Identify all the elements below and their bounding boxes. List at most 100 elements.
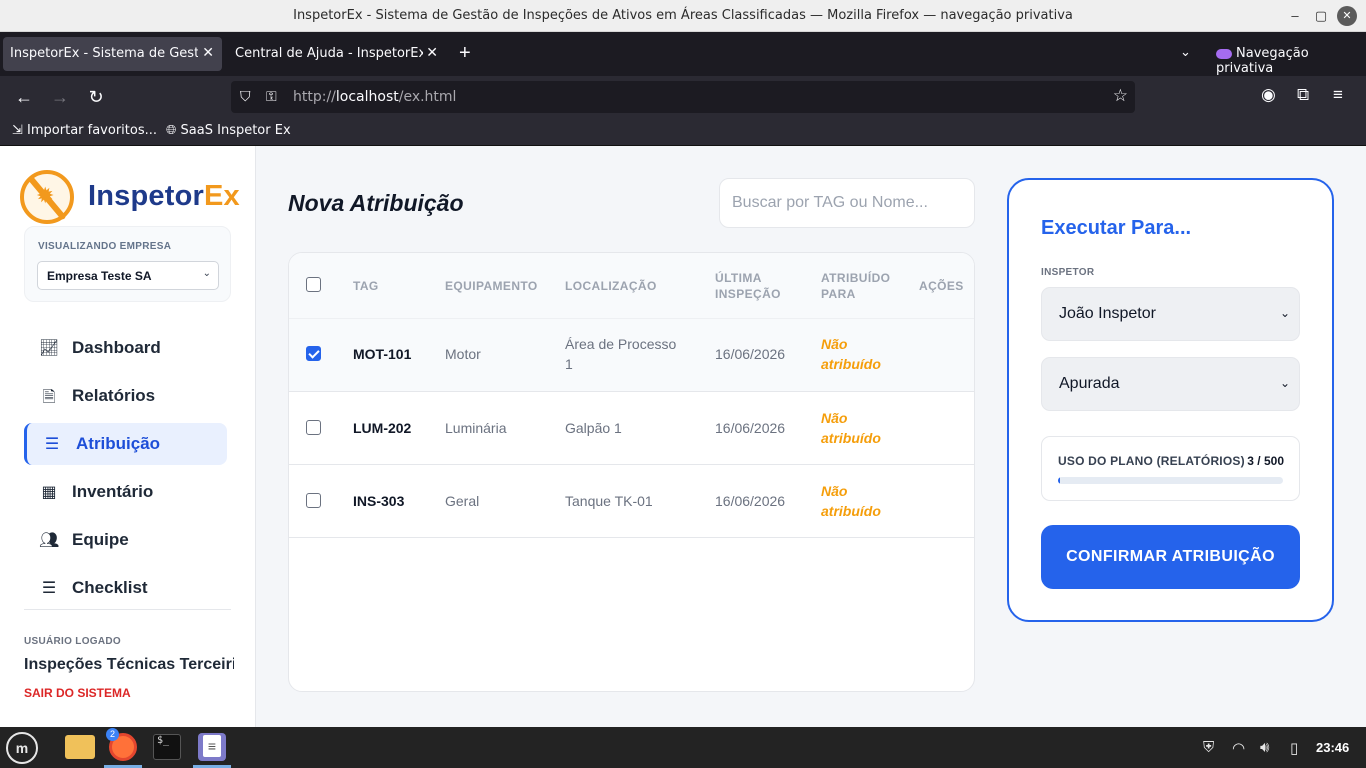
sidebar-item-inventario[interactable]: ▦ Inventário: [24, 471, 227, 513]
terminal-launcher[interactable]: $_: [149, 727, 187, 768]
assets-table: TAG EQUIPAMENTO LOCALIZAÇÃO ÚLTIMA INSPEÇ…: [288, 252, 975, 692]
page-content: InspetorEx VISUALIZANDO EMPRESA Empresa …: [0, 146, 1366, 727]
window-title: InspetorEx - Sistema de Gestão de Inspeç…: [293, 8, 1073, 23]
chevron-down-icon: ⌄: [202, 268, 211, 279]
file-manager-launcher[interactable]: [61, 727, 99, 768]
inspector-select[interactable]: João Inspetor ⌄: [1041, 287, 1300, 341]
row-checkbox[interactable]: [306, 346, 321, 361]
shield-icon[interactable]: ⛉: [240, 88, 251, 105]
sidebar-item-label: Inventário: [72, 482, 154, 501]
confirm-assignment-button[interactable]: CONFIRMAR ATRIBUIÇÃO: [1041, 525, 1300, 589]
sidebar-item-label: Atribuição: [76, 434, 161, 453]
select-all-checkbox[interactable]: [306, 277, 321, 292]
import-icon: ⇲: [12, 123, 23, 138]
plan-usage-count: 3 / 500: [1247, 454, 1284, 468]
maximize-button[interactable]: ▢: [1311, 6, 1331, 26]
search-input[interactable]: [719, 178, 975, 228]
clock[interactable]: 23:46: [1316, 740, 1349, 755]
sidebar-item-relatorios[interactable]: 🗎 Relatórios: [24, 375, 227, 417]
company-select-value: Empresa Teste SA: [47, 269, 152, 283]
table-row[interactable]: LUM-202 Luminária Galpão 1 16/06/2026 Nã…: [289, 392, 974, 465]
table-header: TAG EQUIPAMENTO LOCALIZAÇÃO ÚLTIMA INSPEÇ…: [289, 253, 974, 319]
boxes-icon: ▦: [41, 484, 57, 501]
sidebar-item-equipe[interactable]: 👥︎ Equipe: [24, 519, 227, 561]
cell-assigned-status: Não atribuído: [821, 410, 881, 446]
col-actions: AÇÕES: [919, 279, 964, 293]
cell-location: Tanque TK-01: [565, 493, 653, 509]
cell-assigned-status: Não atribuído: [821, 483, 881, 519]
bookmark-saas[interactable]: 🌐︎ SaaS Inspetor Ex: [166, 123, 291, 138]
forward-arrow-icon[interactable]: →: [48, 85, 72, 109]
back-arrow-icon[interactable]: ←: [12, 85, 36, 109]
cell-tag: MOT-101: [353, 346, 412, 362]
sidebar-item-checklist[interactable]: ☰ Checklist: [24, 567, 227, 609]
tab-inspetorex[interactable]: InspetorEx - Sistema de Gestão de Inspeç…: [3, 37, 222, 71]
logged-user-label: USUÁRIO LOGADO: [24, 636, 121, 647]
cell-last-inspection: 16/06/2026: [715, 420, 786, 436]
table-row[interactable]: MOT-101 Motor Área de Processo 1 16/06/20…: [289, 319, 974, 392]
terminal-icon: $_: [153, 734, 181, 760]
sidebar-item-label: Equipe: [72, 530, 129, 549]
hamburger-menu-icon[interactable]: ≡: [1333, 85, 1343, 105]
sidebar-item-atribuicao[interactable]: ☰ Atribuição: [24, 423, 227, 465]
reload-icon[interactable]: ↻: [84, 85, 108, 109]
wifi-icon[interactable]: ◠: [1232, 739, 1245, 757]
firefox-launcher[interactable]: 2: [104, 727, 142, 768]
bookmarks-bar: ⇲ Importar favoritos... 🌐︎ SaaS Inspetor…: [0, 118, 1366, 146]
url-host: localhost: [335, 89, 399, 105]
private-browsing-indicator: Navegação privativa: [1216, 46, 1366, 76]
new-tab-button[interactable]: +: [459, 42, 471, 64]
plan-usage-label: USO DO PLANO (RELATÓRIOS): [1058, 454, 1245, 468]
minimize-button[interactable]: –: [1285, 6, 1305, 26]
col-assigned: ATRIBUÍDO PARA: [821, 271, 891, 301]
execute-for-title: Executar Para...: [1041, 217, 1192, 239]
battery-icon[interactable]: ▯: [1290, 739, 1298, 757]
table-row[interactable]: INS-303 Geral Tanque TK-01 16/06/2026 Nã…: [289, 465, 974, 538]
sidebar-item-dashboard[interactable]: 📈︎ Dashboard: [24, 327, 227, 369]
chevron-down-icon: ⌄: [1279, 306, 1290, 320]
mode-select[interactable]: Apurada ⌄: [1041, 357, 1300, 411]
cell-equipment: Geral: [445, 493, 480, 509]
list-check-icon: ☰: [44, 436, 60, 453]
account-icon[interactable]: ◉: [1261, 85, 1276, 105]
cell-equipment: Luminária: [445, 420, 507, 436]
url-path: /ex.html: [398, 89, 457, 105]
document-icon: 🗎: [42, 389, 56, 406]
cell-tag: LUM-202: [353, 420, 412, 436]
logout-link[interactable]: SAIR DO SISTEMA: [24, 686, 131, 700]
volume-icon[interactable]: 🔊︎: [1260, 739, 1269, 756]
url-text[interactable]: http://localhost/ex.html: [293, 89, 456, 105]
folder-icon: [65, 735, 95, 759]
close-tab-icon[interactable]: ✕: [202, 45, 214, 61]
window-titlebar: InspetorEx - Sistema de Gestão de Inspeç…: [0, 0, 1366, 32]
key-icon[interactable]: ⚿: [266, 88, 277, 105]
users-icon: 👥︎: [39, 532, 60, 549]
bookmark-import[interactable]: ⇲ Importar favoritos...: [12, 123, 157, 138]
plan-usage-progress: [1058, 477, 1283, 484]
company-select[interactable]: Empresa Teste SA ⌄: [37, 261, 219, 290]
sidebar-item-label: Checklist: [72, 578, 148, 597]
tab-central-ajuda[interactable]: Central de Ajuda - InspetorEx ✕: [226, 37, 446, 71]
page-title: Nova Atribuição: [288, 190, 464, 216]
text-editor-launcher[interactable]: [193, 727, 231, 768]
close-window-button[interactable]: ✕: [1337, 6, 1357, 26]
private-mask-icon: [1216, 48, 1232, 59]
list-check-icon: ☰: [41, 580, 57, 597]
shield-tray-icon[interactable]: ⛨: [1203, 739, 1214, 756]
cell-assigned-status: Não atribuído: [821, 336, 881, 372]
logged-user-name: Inspeções Técnicas Terceirizadas: [24, 656, 234, 673]
row-checkbox[interactable]: [306, 493, 321, 508]
mint-menu-icon[interactable]: m: [6, 732, 38, 764]
close-tab-icon[interactable]: ✕: [426, 45, 438, 61]
bookmark-label: SaaS Inspetor Ex: [180, 123, 291, 138]
row-checkbox[interactable]: [306, 420, 321, 435]
plan-usage-box: USO DO PLANO (RELATÓRIOS) 3 / 500: [1041, 436, 1300, 501]
app-logo[interactable]: InspetorEx: [20, 170, 240, 226]
company-label: VISUALIZANDO EMPRESA: [38, 241, 172, 252]
extensions-icon[interactable]: ⧉: [1297, 85, 1309, 105]
col-tag: TAG: [353, 279, 379, 293]
bookmark-star-icon[interactable]: ☆: [1113, 86, 1128, 106]
url-bar[interactable]: ⛉ ⚿ http://localhost/ex.html ☆: [231, 81, 1135, 113]
chevron-down-icon[interactable]: ⌄: [1180, 44, 1191, 60]
logo-mark-icon: [20, 170, 74, 224]
